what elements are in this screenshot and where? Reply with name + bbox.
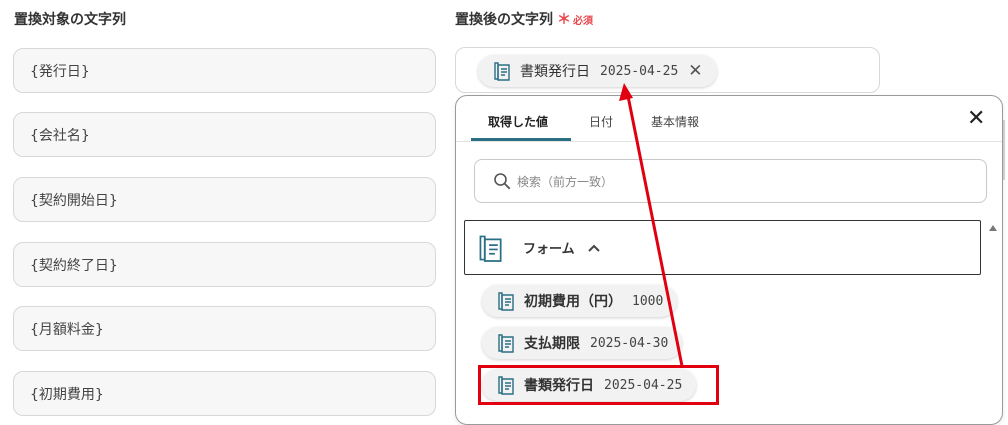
- replacement-title-text: 置換後の文字列: [455, 12, 553, 28]
- annotation-highlight-box: [478, 365, 719, 405]
- required-label: 必須: [573, 15, 593, 27]
- search-icon: [493, 172, 511, 190]
- selected-value-chip[interactable]: 書類発行日 2025-04-25 ✕: [478, 55, 717, 87]
- active-tab-indicator: [471, 138, 571, 141]
- source-field-initial-fee[interactable]: {初期費用}: [13, 371, 436, 416]
- item-value: 2025-04-30: [590, 335, 669, 351]
- list-item-initial-fee[interactable]: 初期費用（円） 1000: [482, 285, 678, 317]
- source-field-monthly-fee[interactable]: {月額料金}: [13, 306, 436, 351]
- tab-acquired-values[interactable]: 取得した値: [488, 113, 548, 130]
- chevron-up-icon[interactable]: [587, 243, 601, 253]
- source-field-issue-date[interactable]: {発行日}: [13, 48, 436, 93]
- list-item-payment-due[interactable]: 支払期限 2025-04-30: [482, 327, 683, 359]
- replacement-strings-title: 置換後の文字列 ＊ 必須: [455, 9, 593, 29]
- tab-date[interactable]: 日付: [589, 113, 613, 130]
- chip-remove-icon[interactable]: ✕: [688, 62, 702, 80]
- form-document-icon: [479, 233, 505, 263]
- form-section-header[interactable]: フォーム: [464, 220, 981, 275]
- source-field-contract-start[interactable]: {契約開始日}: [13, 177, 436, 222]
- tab-divider: [456, 141, 1002, 142]
- popup-close-icon[interactable]: ✕: [967, 108, 985, 130]
- search-placeholder: 検索（前方一致）: [517, 174, 614, 189]
- section-title: フォーム: [523, 242, 575, 257]
- item-label: 初期費用（円）: [524, 294, 622, 310]
- search-input[interactable]: 検索（前方一致）: [474, 159, 987, 203]
- form-document-icon: [498, 291, 516, 311]
- source-field-contract-end[interactable]: {契約終了日}: [13, 242, 436, 287]
- tab-basic-info[interactable]: 基本情報: [651, 113, 699, 130]
- item-label: 支払期限: [524, 336, 580, 352]
- popup-scrollbar-edge: [1003, 120, 1005, 180]
- scroll-up-arrow-icon[interactable]: [987, 223, 999, 233]
- required-asterisk: ＊: [557, 12, 571, 28]
- source-strings-title: 置換対象の文字列: [14, 12, 126, 28]
- chip-value: 2025-04-25: [600, 63, 679, 79]
- form-document-icon: [494, 61, 512, 81]
- source-field-company[interactable]: {会社名}: [13, 112, 436, 157]
- item-value: 1000: [632, 293, 664, 309]
- chip-label: 書類発行日: [520, 64, 590, 80]
- form-document-icon: [498, 333, 516, 353]
